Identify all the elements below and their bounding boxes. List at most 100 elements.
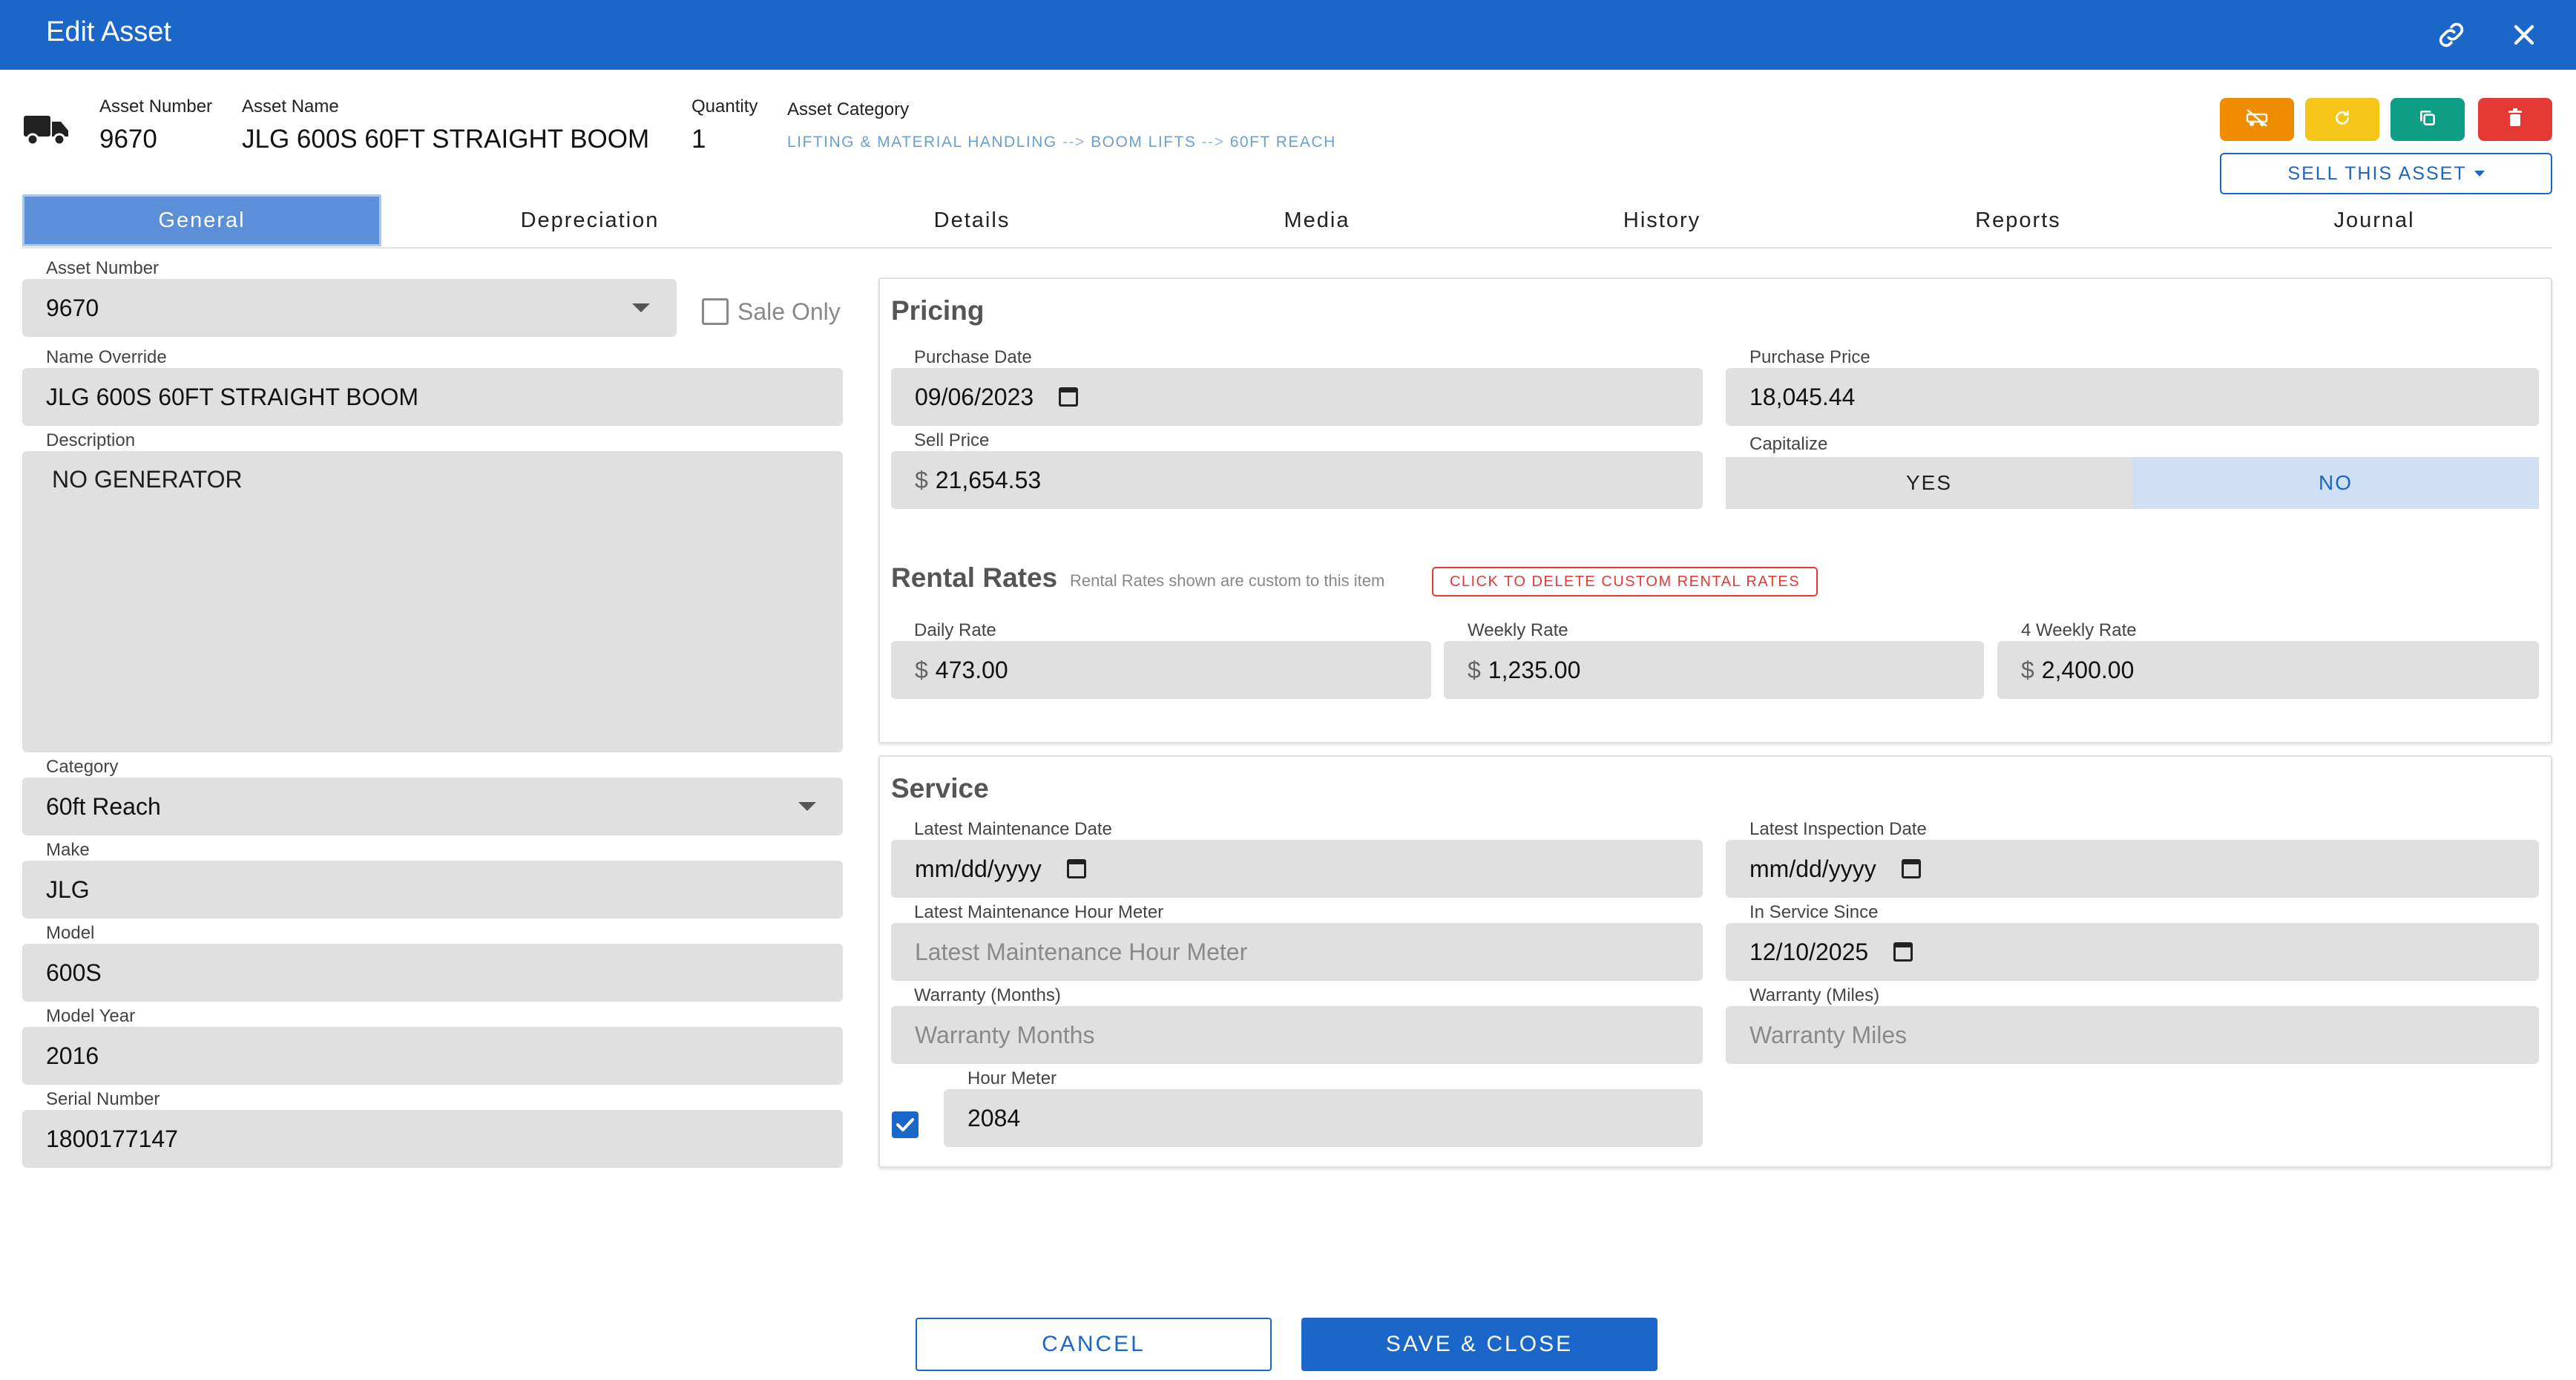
trash-icon (2506, 108, 2524, 131)
header-asset-number-label: Asset Number (99, 96, 213, 116)
maintenance-hour-meter-input[interactable]: Latest Maintenance Hour Meter (891, 923, 1703, 981)
asset-number-select[interactable]: 9670 (22, 279, 677, 337)
chevron-down-icon (798, 802, 816, 811)
refresh-asset-button[interactable] (2305, 98, 2379, 141)
sell-this-asset-button[interactable]: SELL THIS ASSET (2220, 153, 2552, 194)
currency-symbol: $ (1468, 656, 1481, 683)
purchase-date-input[interactable]: 09/06/2023 (891, 368, 1703, 426)
capitalize-yes-toggle[interactable]: YES (1726, 457, 2132, 509)
calendar-icon[interactable] (1059, 387, 1079, 407)
truck-icon (22, 111, 70, 152)
four-weekly-rate-input[interactable]: $ 2,400.00 (1997, 641, 2539, 699)
model-year-input[interactable]: 2016 (22, 1027, 843, 1085)
caret-down-icon (2474, 171, 2485, 177)
disable-asset-button[interactable] (2220, 98, 2294, 141)
currency-symbol: $ (915, 466, 928, 493)
header-asset-number: 9670 (99, 125, 157, 154)
asset-number-label: Asset Number (46, 258, 160, 278)
description-textarea[interactable]: NO GENERATOR (22, 451, 843, 752)
model-year-label: Model Year (46, 1006, 136, 1026)
description-label: Description (46, 430, 136, 450)
tab-history[interactable]: History (1488, 194, 1836, 246)
calendar-icon[interactable] (1066, 859, 1086, 878)
model-label: Model (46, 923, 95, 943)
header-asset-name: JLG 600S 60FT STRAIGHT BOOM (242, 125, 650, 154)
vehicle-off-icon (2245, 108, 2269, 132)
sell-price-input[interactable]: $ 21,654.53 (891, 451, 1703, 509)
inspection-date-input[interactable]: mm/dd/yyyy (1726, 840, 2539, 898)
tab-details[interactable]: Details (798, 194, 1146, 246)
header-asset-name-label: Asset Name (242, 96, 339, 116)
link-icon[interactable] (2435, 19, 2468, 51)
copy-asset-button[interactable] (2391, 98, 2465, 141)
delete-custom-rates-button[interactable]: CLICK TO DELETE CUSTOM RENTAL RATES (1432, 567, 1818, 597)
header-category-label: Asset Category (787, 99, 910, 119)
purchase-date-label: Purchase Date (914, 347, 1032, 367)
daily-rate-value: 473.00 (935, 656, 1008, 683)
breadcrumb-item[interactable]: 60FT REACH (1230, 134, 1336, 151)
maintenance-date-label: Latest Maintenance Date (914, 819, 1112, 839)
currency-symbol: $ (2021, 656, 2034, 683)
pricing-title: Pricing (891, 295, 985, 326)
weekly-rate-input[interactable]: $ 1,235.00 (1444, 641, 1984, 699)
four-weekly-rate-value: 2,400.00 (2041, 656, 2135, 683)
close-icon[interactable] (2508, 19, 2540, 51)
refresh-icon (2333, 108, 2352, 131)
in-service-since-label: In Service Since (1749, 902, 1879, 922)
weekly-rate-value: 1,235.00 (1488, 656, 1581, 683)
category-label: Category (46, 757, 119, 777)
dialog-title: Edit Asset (46, 16, 171, 47)
capitalize-label: Capitalize (1749, 434, 1828, 454)
tab-reports[interactable]: Reports (1844, 194, 2192, 246)
calendar-icon[interactable] (1901, 859, 1921, 878)
breadcrumb-item[interactable]: LIFTING & MATERIAL HANDLING (787, 134, 1057, 151)
warranty-miles-label: Warranty (Miles) (1749, 985, 1880, 1005)
maintenance-hour-meter-label: Latest Maintenance Hour Meter (914, 902, 1164, 922)
tab-media[interactable]: Media (1143, 194, 1491, 246)
breadcrumb-separator: --> (1196, 134, 1230, 151)
serial-number-label: Serial Number (46, 1089, 160, 1109)
name-override-label: Name Override (46, 347, 167, 367)
breadcrumb-item[interactable]: BOOM LIFTS (1091, 134, 1196, 151)
save-and-close-button[interactable]: SAVE & CLOSE (1301, 1318, 1657, 1371)
make-label: Make (46, 840, 90, 860)
purchase-price-label: Purchase Price (1749, 347, 1870, 367)
currency-symbol: $ (915, 656, 928, 683)
header-quantity: 1 (691, 125, 706, 154)
sell-price-value: 21,654.53 (935, 466, 1042, 493)
make-input[interactable]: JLG (22, 861, 843, 919)
dialog-title-bar: Edit Asset (0, 0, 2576, 70)
sell-price-label: Sell Price (914, 430, 990, 450)
tab-depreciation[interactable]: Depreciation (415, 194, 764, 246)
tab-journal[interactable]: Journal (2200, 194, 2549, 246)
tab-general[interactable]: General (22, 194, 381, 246)
hour-meter-input[interactable]: 2084 (944, 1089, 1703, 1147)
breadcrumb-separator: --> (1057, 134, 1091, 151)
capitalize-no-toggle[interactable]: NO (2132, 457, 2539, 509)
warranty-miles-input[interactable]: Warranty Miles (1726, 1006, 2539, 1064)
daily-rate-label: Daily Rate (914, 620, 996, 640)
in-service-since-value: 12/10/2025 (1749, 938, 1869, 965)
hour-meter-checkbox[interactable] (892, 1111, 919, 1138)
warranty-months-label: Warranty (Months) (914, 985, 1061, 1005)
daily-rate-input[interactable]: $ 473.00 (891, 641, 1431, 699)
sell-button-label: SELL THIS ASSET (2287, 162, 2467, 184)
category-select[interactable]: 60ft Reach (22, 778, 843, 835)
warranty-months-input[interactable]: Warranty Months (891, 1006, 1703, 1064)
maintenance-date-input[interactable]: mm/dd/yyyy (891, 840, 1703, 898)
in-service-since-input[interactable]: 12/10/2025 (1726, 923, 2539, 981)
hour-meter-label: Hour Meter (967, 1068, 1057, 1088)
purchase-date-value: 09/06/2023 (915, 383, 1034, 410)
purchase-price-input[interactable]: 18,045.44 (1726, 368, 2539, 426)
chevron-down-icon (632, 303, 650, 312)
sale-only-checkbox[interactable] (702, 298, 729, 325)
name-override-input[interactable]: JLG 600S 60FT STRAIGHT BOOM (22, 368, 843, 426)
delete-asset-button[interactable] (2478, 98, 2552, 141)
four-weekly-rate-label: 4 Weekly Rate (2021, 620, 2137, 640)
rental-rates-title: Rental Rates (891, 562, 1058, 593)
model-input[interactable]: 600S (22, 944, 843, 1002)
serial-number-input[interactable]: 1800177147 (22, 1110, 843, 1168)
weekly-rate-label: Weekly Rate (1468, 620, 1568, 640)
calendar-icon[interactable] (1893, 942, 1913, 962)
cancel-button[interactable]: CANCEL (916, 1318, 1272, 1371)
